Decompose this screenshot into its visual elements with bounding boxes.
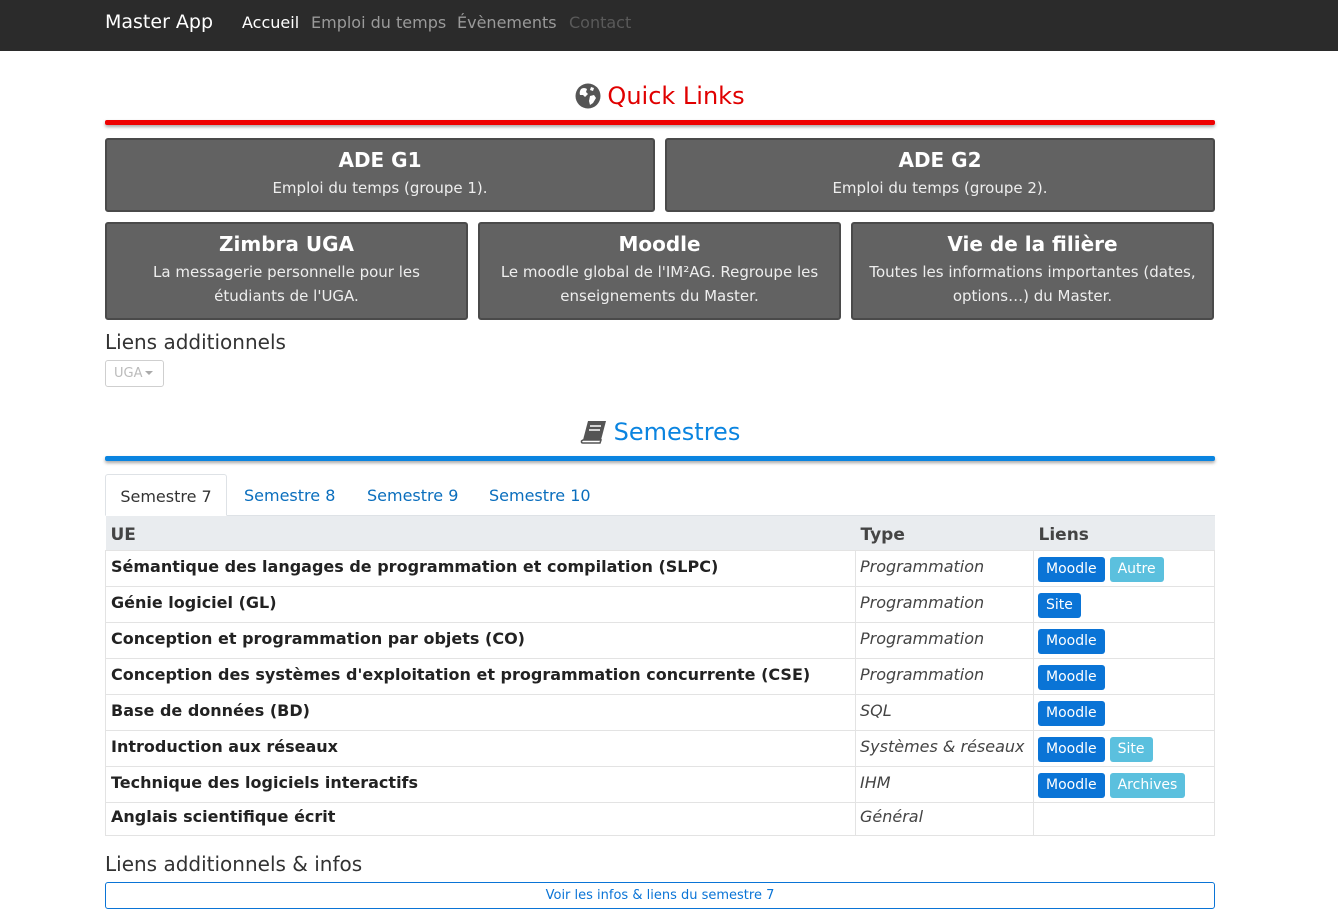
ue-name: Base de données (BD)	[105, 693, 856, 730]
ue-type: SQL	[855, 693, 1034, 730]
quick-links-heading: Quick Links	[105, 82, 1215, 115]
ue-links: Moodle	[1033, 657, 1215, 694]
table-header-row: UE Type Liens	[105, 516, 1215, 550]
card-title: ADE G2	[898, 148, 982, 172]
card-description: La messagerie personnelle pour les étudi…	[153, 263, 420, 305]
ue-links: Moodle Site	[1033, 729, 1215, 766]
column-header-ue: UE	[105, 516, 856, 550]
uga-dropdown[interactable]: UGA	[105, 360, 164, 387]
ue-name: Conception des systèmes d'exploitation e…	[105, 657, 856, 694]
card-ade-g1[interactable]: ADE G1 Emploi du temps (groupe 1).	[105, 138, 655, 212]
ue-type: Programmation	[855, 549, 1034, 586]
semestres-divider	[105, 456, 1215, 461]
ue-name: Sémantique des langages de programmation…	[105, 549, 856, 586]
ue-type: Programmation	[855, 657, 1034, 694]
tab-semestre-8[interactable]: Semestre 8	[244, 474, 335, 516]
card-title: Vie de la filière	[947, 232, 1118, 256]
nav-link-emploi-du-temps[interactable]: Emploi du temps	[311, 13, 446, 32]
ue-links: Moodle Archives	[1033, 765, 1215, 802]
card-title: Moodle	[618, 232, 701, 256]
moodle-link-button[interactable]: Moodle	[1038, 736, 1105, 762]
tab-semestre-10[interactable]: Semestre 10	[489, 474, 591, 516]
card-description: Emploi du temps (groupe 1).	[272, 179, 488, 197]
ue-links: Moodle	[1033, 693, 1215, 730]
card-title: Zimbra UGA	[219, 232, 354, 256]
tab-semestre-7[interactable]: Semestre 7	[105, 474, 227, 516]
moodle-link-button[interactable]: Moodle	[1038, 556, 1105, 582]
dropdown-value: UGA	[114, 366, 143, 381]
card-title: ADE G1	[338, 148, 422, 172]
ue-name: Technique des logiciels interactifs	[105, 765, 856, 802]
nav-link-contact[interactable]: Contact	[569, 13, 631, 32]
semester-infos-button[interactable]: Voir les infos & liens du semestre 7	[105, 882, 1215, 909]
ue-type: Programmation	[855, 585, 1034, 622]
ue-type: Systèmes & réseaux	[855, 729, 1034, 766]
table-row: Base de données (BD) SQL Moodle	[105, 693, 1215, 730]
autre-link-button[interactable]: Autre	[1109, 556, 1164, 582]
ue-type: Général	[855, 801, 1034, 836]
card-description: Le moodle global de l'IM²AG. Regroupe le…	[500, 263, 819, 305]
site-link-button[interactable]: Site	[1038, 592, 1081, 618]
ue-name: Génie logiciel (GL)	[105, 585, 856, 622]
moodle-link-button[interactable]: Moodle	[1038, 664, 1105, 690]
card-zimbra-uga[interactable]: Zimbra UGA La messagerie personnelle pou…	[105, 222, 468, 320]
card-ade-g2[interactable]: ADE G2 Emploi du temps (groupe 2).	[665, 138, 1215, 212]
table-row: Génie logiciel (GL) Programmation Site	[105, 585, 1215, 622]
semester-more-heading: Liens additionnels & infos	[105, 852, 363, 876]
table-body: Sémantique des langages de programmation…	[105, 549, 1215, 836]
nav-link-evenements[interactable]: Évènements	[457, 13, 557, 32]
table-row: Sémantique des langages de programmation…	[105, 549, 1215, 586]
ue-type: Programmation	[855, 621, 1034, 658]
card-moodle[interactable]: Moodle Le moodle global de l'IM²AG. Regr…	[478, 222, 841, 320]
ue-name: Conception et programmation par objets (…	[105, 621, 856, 658]
ue-links: Moodle	[1033, 621, 1215, 658]
moodle-link-button[interactable]: Moodle	[1038, 628, 1105, 654]
card-description: Toutes les informations importantes (dat…	[869, 263, 1196, 305]
quick-links-divider	[105, 120, 1215, 125]
table-row: Conception des systèmes d'exploitation e…	[105, 657, 1215, 694]
table-row: Conception et programmation par objets (…	[105, 621, 1215, 658]
caret-down-icon	[145, 371, 154, 375]
archives-link-button[interactable]: Archives	[1109, 772, 1186, 798]
card-description: Emploi du temps (groupe 2).	[832, 179, 1048, 197]
semestres-heading: Semestres	[105, 418, 1215, 451]
site-link-button[interactable]: Site	[1109, 736, 1153, 762]
table-row: Introduction aux réseaux Systèmes & résea…	[105, 729, 1215, 766]
column-header-liens: Liens	[1033, 516, 1215, 550]
ue-links	[1033, 801, 1215, 836]
ue-table: UE Type Liens Sémantique des langages de…	[105, 516, 1215, 836]
globe-icon	[575, 83, 601, 115]
table-row: Anglais scientifique écrit Général	[105, 801, 1215, 836]
column-header-type: Type	[855, 516, 1034, 550]
ue-name: Anglais scientifique écrit	[105, 801, 856, 836]
card-vie-de-la-filiere[interactable]: Vie de la filière Toutes les information…	[851, 222, 1214, 320]
quick-links-title: Quick Links	[607, 82, 745, 110]
semestres-title: Semestres	[613, 418, 741, 446]
ue-links: Site	[1033, 585, 1215, 622]
additional-links-heading: Liens additionnels	[105, 330, 286, 354]
navbar: Master App Accueil Emploi du temps Évène…	[0, 0, 1338, 51]
ue-links: Moodle Autre	[1033, 549, 1215, 586]
ue-type: IHM	[855, 765, 1034, 802]
moodle-link-button[interactable]: Moodle	[1038, 772, 1105, 798]
brand-link[interactable]: Master App	[105, 11, 213, 33]
table-row: Technique des logiciels interactifs IHM Mo…	[105, 765, 1215, 802]
book-icon	[580, 419, 608, 451]
moodle-link-button[interactable]: Moodle	[1038, 700, 1105, 726]
nav-link-accueil[interactable]: Accueil	[242, 13, 299, 32]
tab-semestre-9[interactable]: Semestre 9	[367, 474, 458, 516]
ue-name: Introduction aux réseaux	[105, 729, 856, 766]
